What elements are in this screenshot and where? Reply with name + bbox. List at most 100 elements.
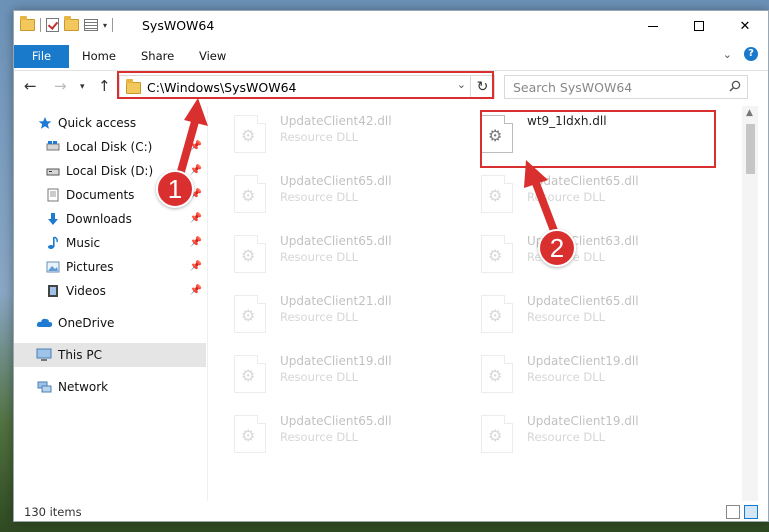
- tab-home[interactable]: Home: [82, 46, 116, 66]
- file-item[interactable]: ⚙ UpdateClient65.dll Resource DLL: [214, 226, 454, 278]
- callout-badge-1: 1: [156, 170, 194, 208]
- tab-share[interactable]: Share: [141, 46, 174, 66]
- file-name: UpdateClient65.dll: [280, 234, 392, 248]
- maximize-button[interactable]: [676, 11, 722, 41]
- sidebar-item-label: Music: [66, 236, 101, 250]
- sidebar-item-this-pc[interactable]: This PC: [14, 343, 206, 367]
- customize-toolbar-chevron-icon[interactable]: ▾: [103, 21, 107, 30]
- pin-icon[interactable]: 📌: [190, 135, 202, 159]
- pane-divider[interactable]: [207, 106, 208, 506]
- pin-icon[interactable]: 📌: [190, 207, 202, 231]
- new-folder-icon[interactable]: [64, 16, 79, 31]
- navigation-pane: Quick access Local Disk (C:) 📌 Local Dis…: [14, 106, 206, 506]
- properties-check-icon[interactable]: [46, 18, 59, 32]
- file-item[interactable]: ⚙ UpdateClient65.dll Resource DLL: [214, 166, 454, 218]
- file-item[interactable]: ⚙ UpdateClient65.dll Resource DLL: [214, 406, 454, 458]
- gear-icon: ⚙: [241, 366, 256, 385]
- tab-file[interactable]: File: [14, 45, 69, 68]
- dll-file-icon: ⚙: [234, 115, 266, 153]
- close-button[interactable]: ✕: [722, 11, 768, 41]
- maximize-icon: [694, 21, 704, 31]
- properties-icon[interactable]: [84, 19, 98, 31]
- tab-view[interactable]: View: [199, 46, 226, 66]
- file-name: UpdateClient19.dll: [527, 354, 639, 368]
- sidebar-item-label: OneDrive: [58, 316, 115, 330]
- pin-icon[interactable]: 📌: [190, 279, 202, 303]
- forward-arrow-icon[interactable]: →: [54, 77, 67, 95]
- sidebar-item-label: Documents: [66, 188, 135, 202]
- folder-icon: [20, 16, 35, 31]
- callout-badge-2: 2: [538, 229, 576, 267]
- file-description: Resource DLL: [280, 370, 359, 384]
- file-name: UpdateClient65.dll: [527, 174, 639, 188]
- file-name: UpdateClient42.dll: [280, 114, 392, 128]
- sidebar-item-music[interactable]: Music 📌: [14, 231, 206, 255]
- gear-icon: ⚙: [488, 306, 503, 325]
- tiles-view-icon[interactable]: [744, 505, 758, 519]
- gear-icon: ⚙: [488, 246, 503, 265]
- file-item[interactable]: ⚙ UpdateClient19.dll Resource DLL: [214, 346, 454, 398]
- file-description: Resource DLL: [527, 310, 606, 324]
- file-item[interactable]: ⚙ UpdateClient19.dll Resource DLL: [461, 346, 701, 398]
- scroll-up-icon[interactable]: ▲: [746, 108, 753, 118]
- expand-ribbon-chevron-icon[interactable]: ⌄: [723, 48, 732, 61]
- back-arrow-icon[interactable]: ←: [24, 77, 37, 95]
- documents-icon: [47, 188, 59, 202]
- file-name: UpdateClient65.dll: [280, 174, 392, 188]
- close-icon: ✕: [739, 18, 751, 34]
- search-placeholder[interactable]: Search SysWOW64: [513, 80, 632, 95]
- sidebar-item-label: Pictures: [66, 260, 114, 274]
- file-item[interactable]: ⚙ UpdateClient63.dll Resource DLL: [461, 226, 701, 278]
- sidebar-item-network[interactable]: Network: [14, 375, 206, 399]
- file-item[interactable]: ⚙ UpdateClient65.dll Resource DLL: [461, 286, 701, 338]
- file-item[interactable]: ⚙ UpdateClient42.dll Resource DLL: [214, 106, 454, 158]
- sidebar-item-videos[interactable]: Videos 📌: [14, 279, 206, 303]
- sidebar-item-label: Videos: [66, 284, 106, 298]
- up-arrow-icon[interactable]: ↑: [98, 77, 111, 95]
- address-bar-highlight: [117, 71, 494, 99]
- sidebar-item-local-disk-c[interactable]: Local Disk (C:) 📌: [14, 135, 206, 159]
- title-bar: ▾ SysWOW64 ✕: [14, 11, 768, 41]
- minimize-button[interactable]: [630, 11, 676, 41]
- pin-icon[interactable]: 📌: [190, 231, 202, 255]
- dll-file-icon: ⚙: [234, 355, 266, 393]
- file-description: Resource DLL: [527, 190, 606, 204]
- file-item[interactable]: ⚙ UpdateClient19.dll Resource DLL: [461, 406, 701, 458]
- file-description: Resource DLL: [280, 130, 359, 144]
- gear-icon: ⚙: [241, 186, 256, 205]
- drive-icon: [46, 168, 60, 176]
- sidebar-item-onedrive[interactable]: OneDrive: [14, 311, 206, 335]
- sidebar-item-quick-access[interactable]: Quick access: [14, 111, 206, 135]
- vertical-scrollbar[interactable]: ▲: [742, 106, 758, 506]
- file-name: UpdateClient19.dll: [527, 414, 639, 428]
- recent-locations-chevron-icon[interactable]: ▾: [80, 82, 85, 92]
- file-description: Resource DLL: [527, 370, 606, 384]
- sidebar-item-label: This PC: [58, 348, 102, 362]
- file-description: Resource DLL: [280, 250, 359, 264]
- search-box[interactable]: Search SysWOW64: [504, 75, 748, 99]
- file-name: UpdateClient19.dll: [280, 354, 392, 368]
- quick-access-toolbar: ▾: [20, 16, 114, 32]
- scrollbar-thumb[interactable]: [746, 124, 755, 174]
- sidebar-item-label: Local Disk (D:): [66, 164, 154, 178]
- pin-icon[interactable]: 📌: [190, 255, 202, 279]
- sidebar-item-label: Local Disk (C:): [66, 140, 153, 154]
- sidebar-item-pictures[interactable]: Pictures 📌: [14, 255, 206, 279]
- gear-icon: ⚙: [488, 366, 503, 385]
- dll-file-icon: ⚙: [481, 295, 513, 333]
- gear-icon: ⚙: [241, 426, 256, 445]
- separator: [112, 18, 114, 32]
- file-item[interactable]: ⚙ UpdateClient21.dll Resource DLL: [214, 286, 454, 338]
- gear-icon: ⚙: [241, 246, 256, 265]
- film-strip-icon: [48, 285, 58, 297]
- help-icon[interactable]: ?: [744, 47, 758, 61]
- sidebar-item-label: Downloads: [66, 212, 132, 226]
- details-view-icon[interactable]: [726, 505, 740, 519]
- download-arrow-icon: [48, 213, 58, 225]
- dll-file-icon: ⚙: [481, 355, 513, 393]
- music-note-icon: [48, 236, 58, 249]
- sidebar-item-downloads[interactable]: Downloads 📌: [14, 207, 206, 231]
- file-name: UpdateClient65.dll: [527, 294, 639, 308]
- search-icon[interactable]: [729, 80, 741, 92]
- file-item[interactable]: ⚙ UpdateClient65.dll Resource DLL: [461, 166, 701, 218]
